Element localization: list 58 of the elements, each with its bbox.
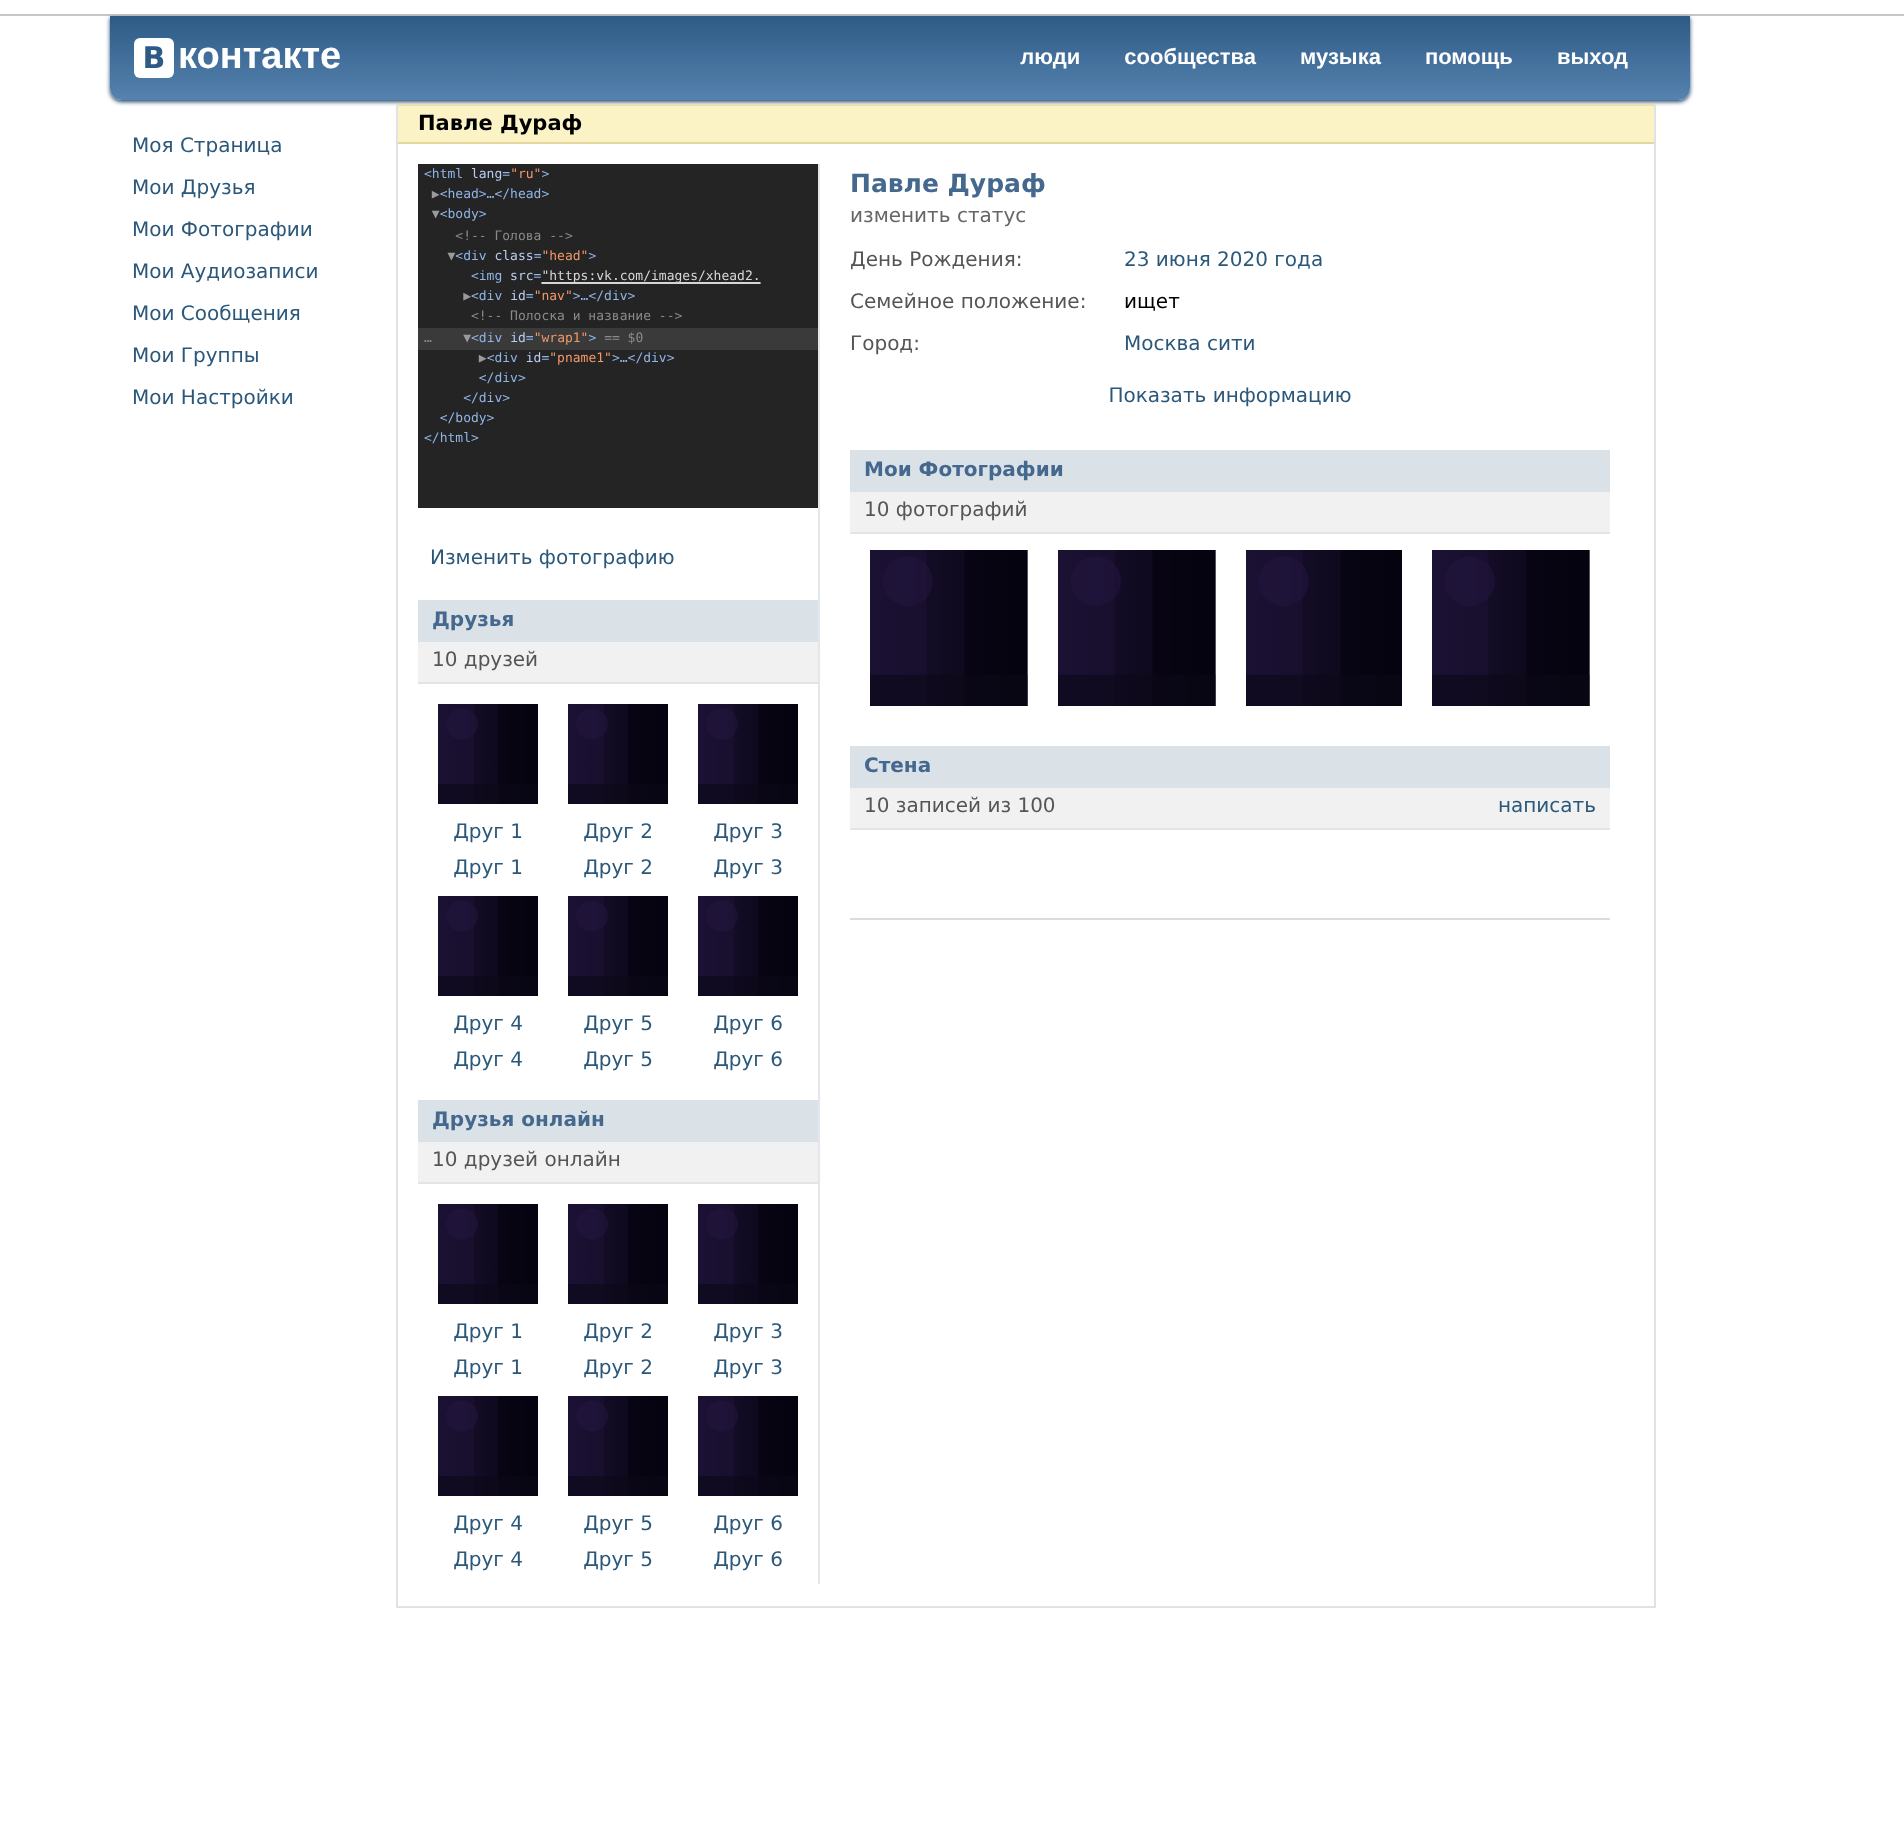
nav-link[interactable]: помощь [1402, 46, 1535, 70]
status-link[interactable]: изменить статус [850, 202, 1610, 234]
friend-name[interactable]: Друг 1 [453, 1352, 523, 1388]
friend-name[interactable]: Друг 3 [713, 1352, 783, 1388]
friend-name[interactable]: Друг 5 [583, 1008, 653, 1044]
section-header: Друзья [418, 600, 818, 642]
friend-name[interactable]: Друг 3 [713, 816, 783, 852]
section-count: 10 друзей онлайн [418, 1142, 818, 1184]
field-value: ищет [1124, 290, 1182, 318]
friend-name[interactable]: Друг 2 [583, 1352, 653, 1388]
section-header: Стена [850, 746, 1610, 788]
field-value[interactable]: Москва сити [1124, 330, 1610, 362]
friend-name[interactable]: Друг 1 [453, 816, 523, 852]
friend-name[interactable]: Друг 1 [453, 852, 523, 888]
sidebar-item[interactable]: Мои Настройки [132, 384, 396, 414]
friend-name[interactable]: Друг 3 [713, 852, 783, 888]
nav-link[interactable]: музыка [1278, 46, 1403, 70]
nav-link[interactable]: сообщества [1102, 46, 1278, 70]
friend-name[interactable]: Друг 5 [583, 1044, 653, 1080]
friend-name[interactable]: Друг 2 [583, 816, 653, 852]
nav-link[interactable]: люди [998, 46, 1103, 70]
friend-name[interactable]: Друг 6 [713, 1044, 783, 1080]
profile-name: Павле Дураф [850, 168, 1048, 200]
write-link[interactable]: написать [1497, 794, 1596, 822]
friend-name[interactable]: Друг 6 [713, 1008, 783, 1044]
sidebar-item[interactable]: Мои Фотографии [132, 216, 396, 246]
field-label: Город: [850, 332, 922, 360]
sidebar-item[interactable]: Мои Группы [132, 342, 396, 372]
field-value[interactable]: 23 июня 2020 года [1124, 246, 1610, 278]
sidebar-item[interactable]: Мои Аудиозаписи [132, 258, 396, 288]
logo-text[interactable]: контакте [178, 36, 342, 80]
friend-name[interactable]: Друг 4 [453, 1008, 523, 1044]
friend-name[interactable]: Друг 6 [713, 1544, 783, 1580]
field-label: День Рождения: [850, 248, 1025, 276]
friend-name[interactable]: Друг 5 [583, 1508, 653, 1544]
logo-mark[interactable]: В [134, 38, 174, 78]
page-title: Павле Дураф [398, 104, 1654, 144]
section-count: 10 записей из 100 [864, 794, 1056, 822]
friend-name[interactable]: Друг 2 [583, 1316, 653, 1352]
friend-name[interactable]: Друг 1 [453, 1316, 523, 1352]
section-header: Друзья онлайн [418, 1100, 818, 1142]
friend-name[interactable]: Друг 4 [453, 1544, 523, 1580]
friend-name[interactable]: Друг 5 [583, 1544, 653, 1580]
sidebar-item[interactable]: Мои Сообщения [132, 300, 396, 330]
field-label: Семейное положение: [850, 290, 1089, 318]
change-photo-link[interactable]: Изменить фотографию [430, 544, 675, 576]
friend-name[interactable]: Друг 2 [583, 852, 653, 888]
section-count: 10 фотографий [850, 492, 1610, 534]
friend-name[interactable]: Друг 4 [453, 1044, 523, 1080]
sidebar-item[interactable]: Мои Друзья [132, 174, 396, 204]
nav-link[interactable]: выход [1534, 46, 1650, 70]
show-info-link[interactable]: Показать информацию [1108, 386, 1352, 408]
section-count: 10 друзей [418, 642, 818, 684]
section-header: Мои Фотографии [850, 450, 1610, 492]
friend-name[interactable]: Друг 6 [713, 1508, 783, 1544]
friend-name[interactable]: Друг 3 [713, 1316, 783, 1352]
friend-name[interactable]: Друг 4 [453, 1508, 523, 1544]
sidebar-item[interactable]: Моя Страница [132, 132, 396, 162]
